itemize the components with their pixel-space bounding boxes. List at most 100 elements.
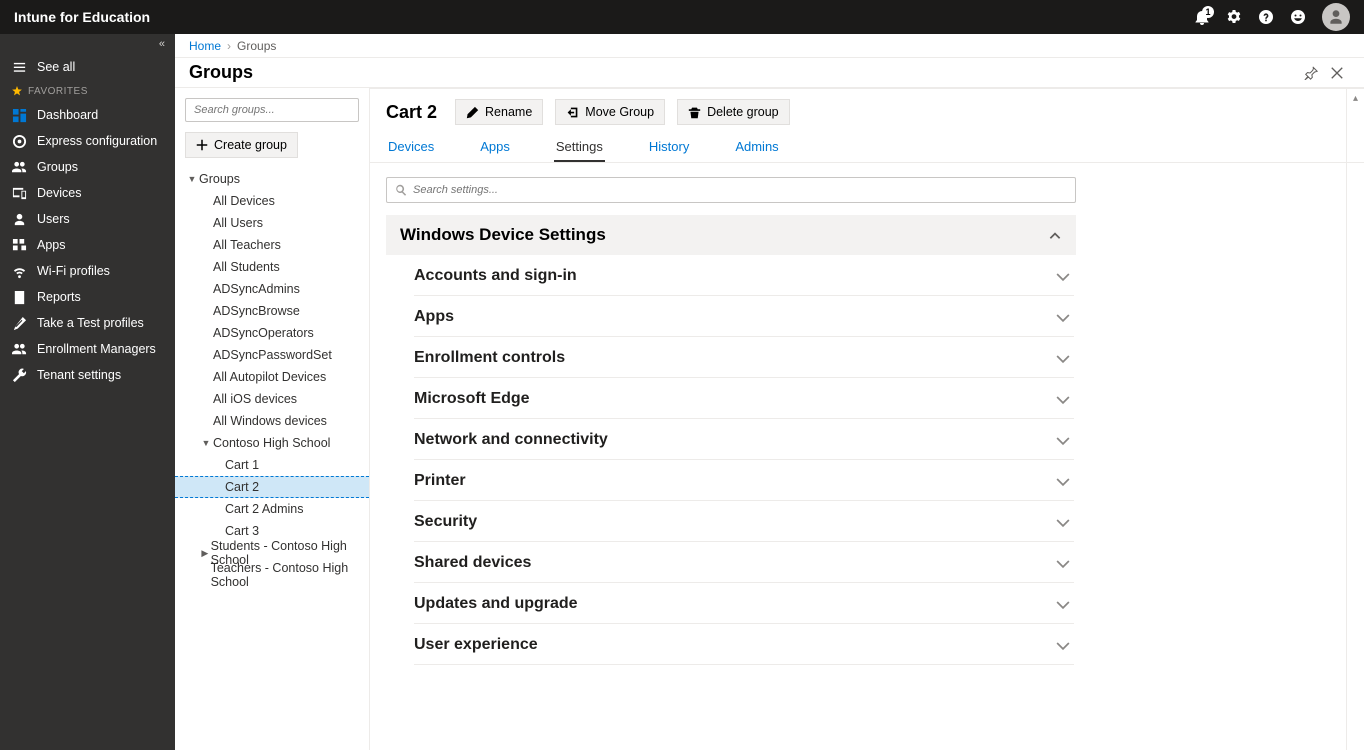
smiley-icon <box>1290 9 1306 25</box>
sidebar-item-dashboard[interactable]: Dashboard <box>0 102 175 128</box>
accordion-item[interactable]: Printer <box>414 460 1074 501</box>
page-title: Groups <box>189 62 253 83</box>
accordion-item[interactable]: Updates and upgrade <box>414 583 1074 624</box>
chevron-down-icon <box>1056 269 1070 283</box>
move-icon <box>566 106 579 119</box>
move-group-button[interactable]: Move Group <box>555 99 665 125</box>
sidebar-collapse[interactable]: « <box>0 34 175 54</box>
feedback-button[interactable] <box>1282 1 1314 33</box>
accordion-item[interactable]: Network and connectivity <box>414 419 1074 460</box>
right-scrollbar[interactable]: ▴ <box>1346 89 1364 750</box>
tree-item[interactable]: ADSyncBrowse <box>185 300 359 322</box>
rename-button[interactable]: Rename <box>455 99 543 125</box>
tree-item[interactable]: ADSyncPasswordSet <box>185 344 359 366</box>
search-icon <box>395 184 407 196</box>
tree-item[interactable]: All Windows devices <box>185 410 359 432</box>
close-button[interactable] <box>1324 60 1350 86</box>
settings-search-input[interactable] <box>413 184 1067 196</box>
report-icon <box>12 290 27 305</box>
tree-item[interactable]: All Users <box>185 212 359 234</box>
settings-search[interactable] <box>386 177 1076 203</box>
sidebar-item-express-config[interactable]: Express configuration <box>0 128 175 154</box>
sidebar-item-tenant-settings[interactable]: Tenant settings <box>0 362 175 388</box>
page-header: Groups <box>175 58 1364 88</box>
tree-item[interactable]: ADSyncOperators <box>185 322 359 344</box>
tree-root-groups[interactable]: ▼Groups <box>185 168 359 190</box>
section-windows-device-settings[interactable]: Windows Device Settings <box>386 215 1076 255</box>
tab-devices[interactable]: Devices <box>386 133 436 162</box>
chevron-down-icon <box>1056 433 1070 447</box>
groups-search-input[interactable] <box>185 98 359 122</box>
star-icon <box>12 86 22 96</box>
accordion-item[interactable]: Security <box>414 501 1074 542</box>
see-all-button[interactable]: See all <box>0 54 175 80</box>
sidebar-item-take-test[interactable]: Take a Test profiles <box>0 310 175 336</box>
sidebar-item-reports[interactable]: Reports <box>0 284 175 310</box>
accordion-item[interactable]: Accounts and sign-in <box>414 255 1074 296</box>
chevron-down-icon <box>1056 392 1070 406</box>
favorites-header: FAVORITES <box>0 80 175 102</box>
chevron-down-icon <box>1056 310 1070 324</box>
sidebar-item-devices[interactable]: Devices <box>0 180 175 206</box>
sidebar-item-apps[interactable]: Apps <box>0 232 175 258</box>
tree-item[interactable]: ADSyncAdmins <box>185 278 359 300</box>
sidebar-item-enrollment-managers[interactable]: Enrollment Managers <box>0 336 175 362</box>
chevron-down-icon <box>1056 474 1070 488</box>
chevron-down-icon <box>1056 597 1070 611</box>
tree-item[interactable]: All Teachers <box>185 234 359 256</box>
app-title: Intune for Education <box>14 9 150 25</box>
accordion-item[interactable]: Apps <box>414 296 1074 337</box>
help-button[interactable] <box>1250 1 1282 33</box>
tab-history[interactable]: History <box>647 133 691 162</box>
create-group-button[interactable]: Create group <box>185 132 298 158</box>
accordion-item[interactable]: Enrollment controls <box>414 337 1074 378</box>
tree-item[interactable]: All Devices <box>185 190 359 212</box>
breadcrumb-current: Groups <box>237 39 276 53</box>
tree-item-teachers[interactable]: Teachers - Contoso High School <box>185 564 359 586</box>
tree-item[interactable]: All Students <box>185 256 359 278</box>
tree-item-school[interactable]: ▼Contoso High School <box>185 432 359 454</box>
tree-item[interactable]: Cart 2 <box>175 476 369 498</box>
nav-sidebar: « See all FAVORITES Dashboard Express co… <box>0 34 175 750</box>
detail-blade: Cart 2 Rename Move Group Delete group De… <box>370 88 1364 750</box>
tree-item[interactable]: Cart 2 Admins <box>185 498 359 520</box>
sidebar-item-groups[interactable]: Groups <box>0 154 175 180</box>
notifications-badge: 1 <box>1202 6 1214 18</box>
profile-avatar[interactable] <box>1322 3 1350 31</box>
pin-button[interactable] <box>1298 60 1324 86</box>
breadcrumb-home[interactable]: Home <box>189 39 221 53</box>
settings-area: Windows Device Settings Accounts and sig… <box>370 163 1364 750</box>
settings-button[interactable] <box>1218 1 1250 33</box>
wrench-icon <box>12 368 27 383</box>
sidebar-item-wifi[interactable]: Wi-Fi profiles <box>0 258 175 284</box>
person-icon <box>1327 8 1345 26</box>
content-area: Home › Groups Groups Create group ▼Gro <box>175 34 1364 750</box>
chevron-down-icon <box>1056 351 1070 365</box>
edit-icon <box>466 106 479 119</box>
sidebar-item-users[interactable]: Users <box>0 206 175 232</box>
tab-admins[interactable]: Admins <box>733 133 780 162</box>
apps-icon <box>12 238 27 253</box>
scroll-up-icon[interactable]: ▴ <box>1353 89 1358 108</box>
detail-title: Cart 2 <box>386 102 437 123</box>
app-topbar: Intune for Education 1 <box>0 0 1364 34</box>
wifi-icon <box>12 264 27 279</box>
delete-group-button[interactable]: Delete group <box>677 99 790 125</box>
people-icon <box>12 160 27 175</box>
accordion-item[interactable]: Shared devices <box>414 542 1074 583</box>
close-icon <box>1330 66 1344 80</box>
managers-icon <box>12 342 27 357</box>
accordion-item[interactable]: User experience <box>414 624 1074 665</box>
notifications-button[interactable]: 1 <box>1186 1 1218 33</box>
accordion-item[interactable]: Microsoft Edge <box>414 378 1074 419</box>
devices-icon <box>12 186 27 201</box>
tree-item[interactable]: All iOS devices <box>185 388 359 410</box>
tab-settings[interactable]: Settings <box>554 133 605 162</box>
breadcrumb-sep: › <box>227 39 231 53</box>
tree-item[interactable]: Cart 1 <box>185 454 359 476</box>
tab-apps[interactable]: Apps <box>478 133 512 162</box>
tree-item[interactable]: All Autopilot Devices <box>185 366 359 388</box>
gear-icon <box>1226 9 1242 25</box>
see-all-label: See all <box>37 60 75 74</box>
chevron-down-icon <box>1056 638 1070 652</box>
